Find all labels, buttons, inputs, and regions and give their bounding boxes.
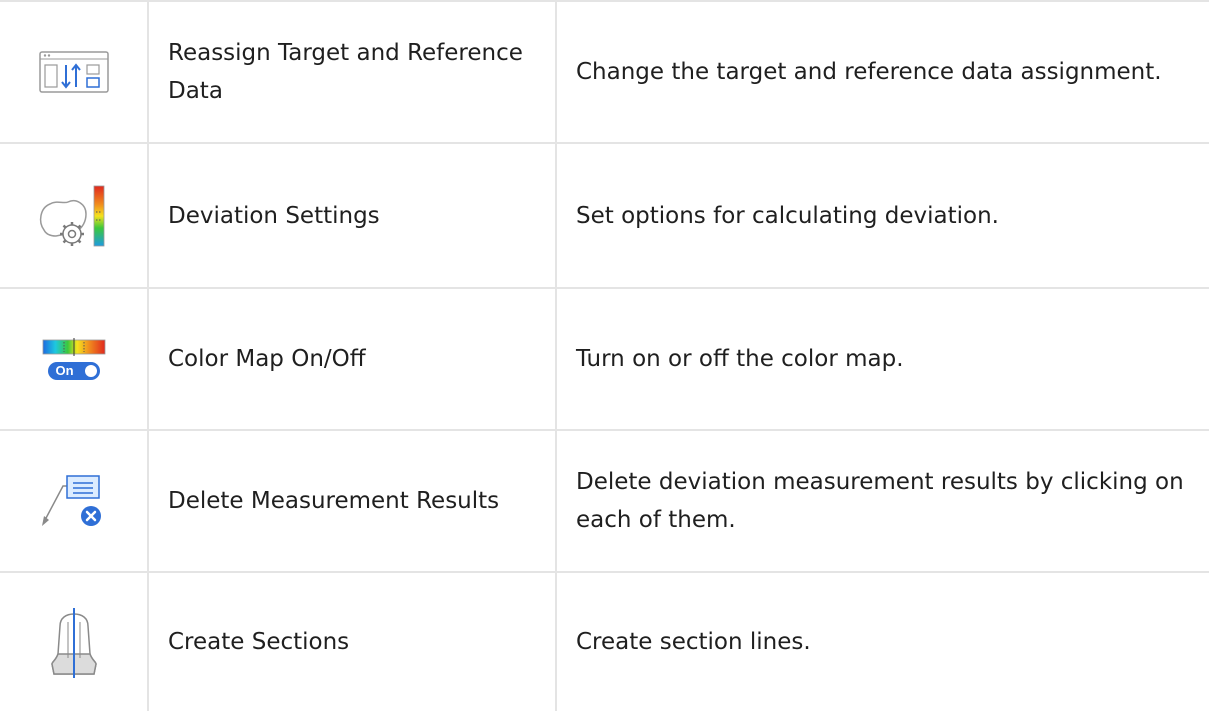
feature-name: Delete Measurement Results <box>168 488 500 514</box>
color-map-toggle-icon: On <box>42 338 106 380</box>
feature-name: Deviation Settings <box>168 202 380 229</box>
feature-table: Reassign Target and Reference Data Chang… <box>0 0 1209 711</box>
deviation-settings-icon <box>39 185 104 246</box>
table-row: Delete Measurement Results Delete deviat… <box>0 431 1209 573</box>
icon-cell <box>0 431 147 571</box>
icon-cell: On <box>0 289 147 429</box>
feature-description: Turn on or off the color map. <box>576 346 904 372</box>
icon-cell <box>0 144 147 287</box>
feature-description: Delete deviation measurement results by … <box>576 469 1184 533</box>
on-toggle: On <box>47 362 100 380</box>
icon-cell <box>0 2 147 142</box>
delete-measurement-icon <box>41 475 101 526</box>
reassign-data-icon <box>38 51 109 93</box>
icon-cell <box>0 573 147 711</box>
column-divider <box>147 0 149 711</box>
feature-description: Change the target and reference data ass… <box>576 59 1162 85</box>
table-row: Create Sections Create section lines. <box>0 573 1209 711</box>
feature-name: Color Map On/Off <box>168 346 366 372</box>
feature-description: Create section lines. <box>576 629 811 655</box>
create-sections-icon <box>50 608 97 678</box>
table-row: Deviation Settings Set options for calcu… <box>0 144 1209 289</box>
column-divider <box>555 0 557 711</box>
feature-name: Reassign Target and Reference Data <box>168 40 523 104</box>
toggle-knob <box>84 365 97 377</box>
color-map-bar-icon <box>42 338 105 356</box>
table-row: Reassign Target and Reference Data Chang… <box>0 0 1209 144</box>
feature-name: Create Sections <box>168 629 350 655</box>
table-row: On Color Map On/Off Turn on or off the c… <box>0 289 1209 431</box>
feature-description: Set options for calculating deviation. <box>576 202 999 229</box>
